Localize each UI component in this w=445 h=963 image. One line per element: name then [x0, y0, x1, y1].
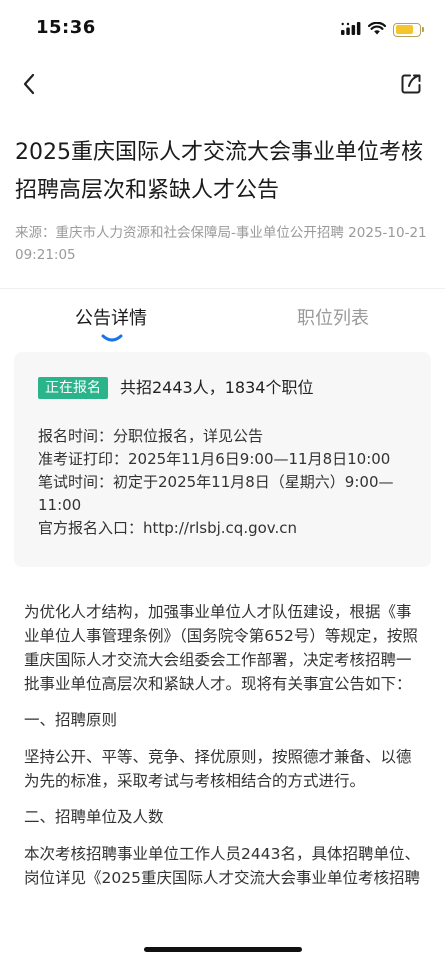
share-button[interactable] [395, 70, 427, 102]
admission-ticket-time: 准考证打印：2025年11月6日9:00—11月8日10:00 [38, 450, 391, 468]
source-label: 来源： [15, 225, 56, 241]
tab-position-list[interactable]: 职位列表 [297, 304, 369, 330]
tab-announcement-details[interactable]: 公告详情 [75, 304, 147, 330]
section-paragraph: 坚持公开、平等、竞争、择优原则，按照德才兼备、以德为先的标准，采取考试与考核相结… [24, 748, 412, 790]
article-body: 为优化人才结构，加强事业单位人才队伍建设，根据《事业单位人事管理条例》（国务院令… [24, 600, 424, 902]
chevron-left-icon [22, 73, 36, 99]
source-name: 重庆市人力资源和社会保障局-事业单位公开招聘 [55, 225, 344, 241]
status-time: 15:36 [36, 17, 96, 38]
status-badge: 正在报名 [38, 377, 108, 399]
intro-paragraph: 为优化人才结构，加强事业单位人才队伍建设，根据《事业单位人事管理条例》（国务院令… [24, 603, 418, 693]
back-button[interactable] [14, 70, 44, 102]
status-icons [341, 20, 424, 39]
battery-fill [395, 25, 413, 34]
section-paragraph: 本次考核招聘事业单位工作人员2443名，具体招聘单位、岗位详见《2025重庆国际… [24, 845, 420, 887]
tab-bar: 公告详情 职位列表 [0, 296, 445, 342]
battery-icon [393, 22, 424, 37]
section-heading: 一、招聘原则 [24, 711, 118, 729]
home-indicator [144, 947, 302, 952]
registration-time: 报名时间：分职位报名，详见公告 [38, 427, 264, 445]
divider [0, 288, 445, 289]
status-bar: 15:36 [0, 0, 445, 56]
wifi-icon [367, 20, 387, 39]
nav-bar [0, 62, 445, 110]
article-meta: 来源：重庆市人力资源和社会保障局-事业单位公开招聘 2025-10-21 09:… [15, 222, 435, 266]
share-icon [399, 72, 423, 100]
recruitment-summary: 共招2443人，1834个职位 [120, 378, 314, 397]
recruitment-info-card: 正在报名 共招2443人，1834个职位 报名时间：分职位报名，详见公告 准考证… [14, 352, 431, 567]
signal-icon [341, 20, 361, 39]
tab-indicator [101, 328, 123, 342]
official-entry: 官方报名入口：http://rlsbj.cq.gov.cn [38, 519, 298, 537]
recruitment-details: 报名时间：分职位报名，详见公告 准考证打印：2025年11月6日9:00—11月… [38, 425, 408, 540]
written-exam-time: 笔试时间：初定于2025年11月8日（星期六）9:00—11:00 [38, 473, 394, 514]
section-heading: 二、招聘单位及人数 [24, 808, 164, 826]
article-title: 2025重庆国际人才交流大会事业单位考核招聘高层次和紧缺人才公告 [15, 140, 423, 203]
